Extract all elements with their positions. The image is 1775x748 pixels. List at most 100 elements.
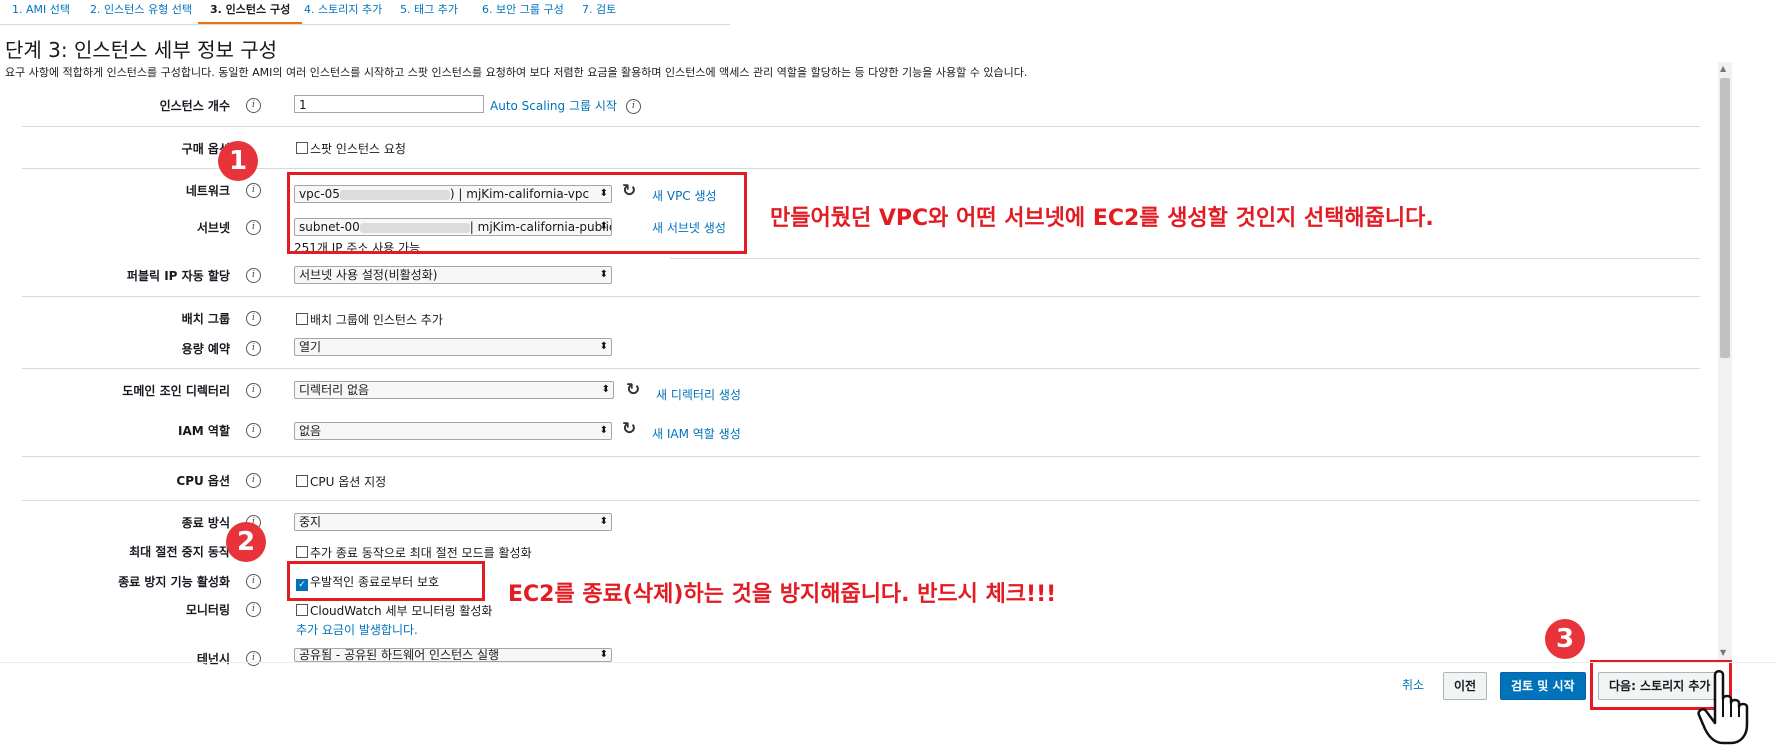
divider bbox=[22, 500, 1700, 501]
dropdown-icon: ⬍ bbox=[599, 649, 608, 660]
info-icon[interactable]: i bbox=[246, 268, 261, 283]
review-launch-button[interactable]: 검토 및 시작 bbox=[1500, 672, 1586, 700]
tenancy-select[interactable]: 공유됨 - 공유된 하드웨어 인스턴스 실행 ⬍ bbox=[294, 648, 612, 662]
info-icon[interactable]: i bbox=[246, 341, 261, 356]
dropdown-icon: ⬍ bbox=[599, 341, 608, 352]
public-ip-select[interactable]: 서브넷 사용 설정(비활성화) ⬍ bbox=[294, 266, 612, 284]
wizard-steps: 1. AMI 선택 2. 인스턴스 유형 선택 3. 인스턴스 구성 4. 스토… bbox=[0, 0, 740, 24]
checkbox-label: 추가 종료 동작으로 최대 절전 모드를 활성화 bbox=[310, 546, 532, 560]
info-icon[interactable]: i bbox=[246, 602, 261, 617]
step-configure-instance[interactable]: 3. 인스턴스 구성 bbox=[198, 0, 303, 24]
monitoring-checkbox[interactable]: CloudWatch 세부 모니터링 활성화 bbox=[296, 602, 492, 619]
step-add-tags[interactable]: 5. 태그 추가 bbox=[388, 0, 470, 22]
label-monitoring: 모니터링 bbox=[185, 603, 230, 617]
refresh-icon[interactable]: ↻ bbox=[626, 380, 640, 400]
info-icon[interactable]: i bbox=[246, 183, 261, 198]
dropdown-icon: ⬍ bbox=[599, 425, 608, 436]
checkbox-label: 배치 그룹에 인스턴스 추가 bbox=[310, 313, 443, 327]
label-iam-role: IAM 역할 bbox=[178, 424, 230, 438]
page-title: 단계 3: 인스턴스 세부 정보 구성 bbox=[5, 38, 278, 62]
divider bbox=[22, 168, 1700, 169]
annotation-box-network bbox=[287, 172, 747, 254]
checkbox-label: 스팟 인스턴스 요청 bbox=[310, 142, 406, 156]
label-purchase-option: 구매 옵션 bbox=[181, 142, 230, 156]
info-icon[interactable]: i bbox=[246, 473, 261, 488]
select-value: 공유됨 - 공유된 하드웨어 인스턴스 실행 bbox=[299, 648, 500, 662]
info-icon[interactable]: i bbox=[246, 383, 261, 398]
scroll-up-icon[interactable]: ▲ bbox=[1720, 64, 1726, 73]
info-icon[interactable]: i bbox=[246, 574, 261, 589]
label-network: 네트워크 bbox=[185, 184, 230, 198]
previous-button[interactable]: 이전 bbox=[1443, 672, 1488, 700]
label-placement-group: 배치 그룹 bbox=[181, 312, 230, 326]
select-value: 서브넷 사용 설정(비활성화) bbox=[299, 268, 438, 282]
divider bbox=[670, 258, 1700, 259]
info-icon[interactable]: i bbox=[626, 99, 641, 114]
step-review[interactable]: 7. 검토 bbox=[570, 0, 628, 22]
create-directory-link[interactable]: 새 디렉터리 생성 bbox=[656, 386, 741, 403]
refresh-icon[interactable]: ↻ bbox=[622, 419, 636, 439]
info-icon[interactable]: i bbox=[246, 651, 261, 666]
select-value: 디렉터리 없음 bbox=[299, 383, 370, 397]
divider bbox=[22, 368, 1700, 369]
extra-charge-note[interactable]: 추가 요금이 발생합니다. bbox=[296, 621, 418, 638]
label-shutdown-behavior: 종료 방식 bbox=[181, 516, 230, 530]
hibernate-checkbox[interactable]: 추가 종료 동작으로 최대 절전 모드를 활성화 bbox=[296, 544, 532, 561]
label-capacity-reservation: 용량 예약 bbox=[181, 342, 230, 356]
step-ami[interactable]: 1. AMI 선택 bbox=[0, 0, 82, 22]
shutdown-behavior-select[interactable]: 중지 ⬍ bbox=[294, 513, 612, 531]
cancel-button[interactable]: 취소 bbox=[1392, 672, 1434, 700]
hand-pointer-icon bbox=[1697, 670, 1749, 745]
step-instance-type[interactable]: 2. 인스턴스 유형 선택 bbox=[78, 0, 204, 22]
checkbox-label: CPU 옵션 지정 bbox=[310, 475, 387, 489]
checkbox-label: CloudWatch 세부 모니터링 활성화 bbox=[310, 604, 493, 618]
annotation-badge-1: 1 bbox=[218, 141, 258, 181]
step-add-storage[interactable]: 4. 스토리지 추가 bbox=[292, 0, 394, 22]
step-security-group[interactable]: 6. 보안 그룹 구성 bbox=[470, 0, 576, 22]
spot-request-checkbox[interactable]: 스팟 인스턴스 요청 bbox=[296, 140, 406, 157]
info-icon[interactable]: i bbox=[246, 423, 261, 438]
page-description: 요구 사항에 적합하게 인스턴스를 구성합니다. 동일한 AMI의 여러 인스턴… bbox=[5, 66, 1028, 79]
divider bbox=[22, 126, 1700, 127]
dropdown-icon: ⬍ bbox=[599, 516, 608, 527]
instance-count-input[interactable]: 1 bbox=[294, 95, 484, 113]
checkbox-box[interactable] bbox=[296, 142, 308, 154]
label-cpu-options: CPU 옵션 bbox=[176, 474, 230, 488]
capacity-reservation-select[interactable]: 열기 ⬍ bbox=[294, 338, 612, 356]
scrollbar-thumb[interactable] bbox=[1720, 78, 1730, 358]
domain-directory-select[interactable]: 디렉터리 없음 ⬍ bbox=[294, 381, 614, 399]
info-icon[interactable]: i bbox=[246, 98, 261, 113]
dropdown-icon: ⬍ bbox=[599, 269, 608, 280]
info-icon[interactable]: i bbox=[246, 220, 261, 235]
annotation-badge-2: 2 bbox=[226, 522, 266, 562]
info-icon[interactable]: i bbox=[246, 311, 261, 326]
checkbox-box[interactable] bbox=[296, 604, 308, 616]
divider bbox=[22, 456, 1700, 457]
footer-divider bbox=[0, 662, 1775, 663]
checkbox-box[interactable] bbox=[296, 475, 308, 487]
label-instance-count: 인스턴스 개수 bbox=[159, 99, 230, 113]
select-value: 중지 bbox=[299, 515, 322, 529]
dropdown-icon: ⬍ bbox=[601, 384, 610, 395]
cpu-options-checkbox[interactable]: CPU 옵션 지정 bbox=[296, 473, 386, 490]
annotation-box-termination bbox=[287, 561, 485, 601]
placement-group-checkbox[interactable]: 배치 그룹에 인스턴스 추가 bbox=[296, 311, 443, 328]
divider bbox=[22, 296, 1700, 297]
label-termination-protection: 종료 방지 기능 활성화 bbox=[118, 575, 230, 589]
annotation-note-termination: EC2를 종료(삭제)하는 것을 방지해줍니다. 반드시 체크!!! bbox=[508, 582, 1057, 607]
select-value: 열기 bbox=[299, 340, 322, 354]
label-stop-hibernate: 최대 절전 중지 동작 bbox=[129, 545, 230, 559]
annotation-badge-3: 3 bbox=[1545, 619, 1585, 659]
label-subnet: 서브넷 bbox=[196, 221, 230, 235]
scroll-down-icon[interactable]: ▼ bbox=[1720, 648, 1726, 657]
create-iam-role-link[interactable]: 새 IAM 역할 생성 bbox=[652, 425, 741, 442]
checkbox-box[interactable] bbox=[296, 546, 308, 558]
checkbox-box[interactable] bbox=[296, 313, 308, 325]
label-public-ip: 퍼블릭 IP 자동 할당 bbox=[126, 269, 230, 283]
iam-role-select[interactable]: 없음 ⬍ bbox=[294, 422, 612, 440]
annotation-note-network: 만들어뒀던 VPC와 어떤 서브넷에 EC2를 생성할 것인지 선택해줍니다. bbox=[770, 206, 1434, 231]
label-tenancy: 테넌시 bbox=[196, 652, 230, 666]
steps-divider bbox=[0, 24, 730, 25]
auto-scaling-link[interactable]: Auto Scaling 그룹 시작 bbox=[490, 97, 617, 114]
select-value: 없음 bbox=[299, 424, 322, 438]
